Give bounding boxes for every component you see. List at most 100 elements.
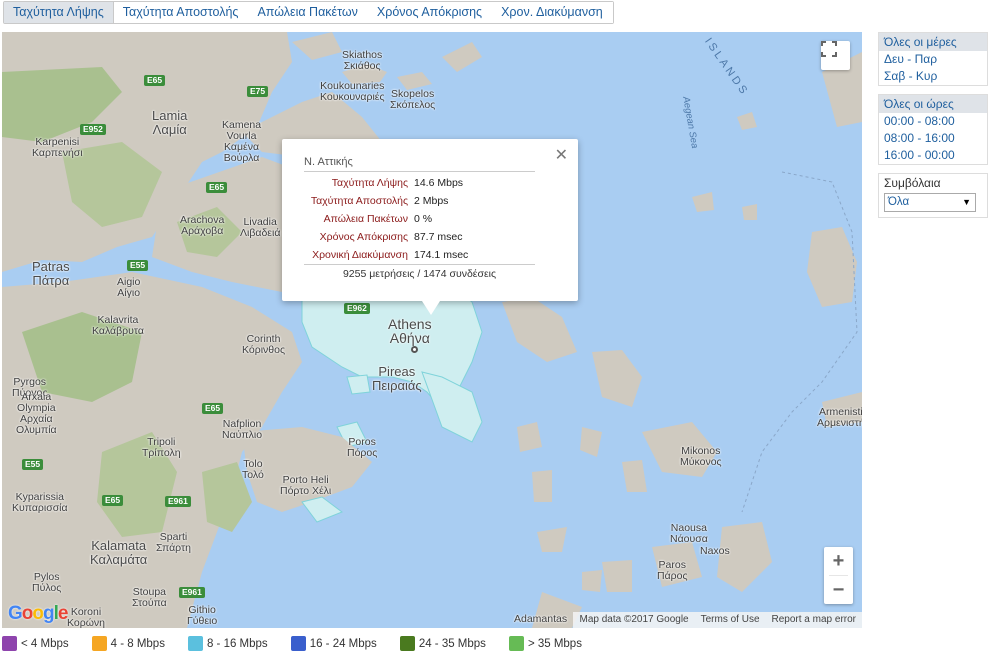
place-label: Kalavrita Καλάβρυτα — [92, 314, 144, 337]
place-label: Mikonos Μύκονος — [680, 445, 722, 468]
dropdown-arrow-icon: ▼ — [962, 197, 971, 207]
hours-filter-day[interactable]: 08:00 - 16:00 — [879, 130, 987, 147]
road-shield: E65 — [144, 75, 166, 86]
legend-item: 8 - 16 Mbps — [187, 636, 268, 651]
legend-item: 16 - 24 Mbps — [290, 636, 377, 651]
place-label: Armenisti Αρμενιστή — [817, 406, 862, 429]
popup-divider — [304, 171, 535, 172]
place-label: Kalamata Καλαμάτα — [90, 538, 148, 567]
map-data-credit: Map data ©2017 Google — [579, 614, 689, 625]
legend-swatch — [187, 636, 203, 651]
map-canvas[interactable]: Lamia Λαμία Skiathos Σκιάθος Koukounaries Κ… — [2, 32, 862, 628]
tab-packet-loss[interactable]: Απώλεια Πακέτων — [248, 2, 368, 23]
report-map-error-link[interactable]: Report a map error — [766, 612, 862, 628]
place-label: Aigio Αίγιο — [117, 276, 141, 299]
region-info-popup: ✕ Ν. Αττικής Ταχύτητα Λήψης 14.6 Mbps Ταχ… — [282, 139, 578, 315]
place-label-athens: Athens Αθήνα — [388, 316, 432, 346]
road-shield: E65 — [202, 403, 224, 414]
legend-item: 24 - 35 Mbps — [399, 636, 486, 651]
road-shield: E65 — [206, 182, 228, 193]
place-label: Koukounaries Κουκουναριές — [320, 80, 385, 103]
legend-label: 8 - 16 Mbps — [206, 637, 268, 650]
road-shield: E961 — [165, 496, 191, 507]
place-label: Kamena Vourla Καμένα Βούρλα — [222, 119, 262, 164]
road-shield: E961 — [179, 587, 205, 598]
tab-upload-speed[interactable]: Ταχύτητα Αποστολής — [114, 2, 249, 23]
logo-letter: o — [32, 603, 44, 624]
logo-letter: G — [8, 603, 23, 624]
fullscreen-icon — [821, 41, 837, 57]
place-label: Paros Πάρος — [657, 559, 688, 582]
zoom-control: + − — [824, 547, 853, 604]
road-shield: E952 — [80, 124, 106, 135]
place-label: Skiathos Σκιάθος — [342, 49, 383, 72]
hours-filter-all[interactable]: Όλες οι ώρες — [879, 95, 987, 113]
tab-download-speed[interactable]: Ταχύτητα Λήψης — [4, 2, 114, 23]
legend-item: < 4 Mbps — [2, 636, 69, 651]
speed-legend: < 4 Mbps 4 - 8 Mbps 8 - 16 Mbps 16 - 24 … — [2, 636, 605, 651]
place-label: Porto Heli Πόρτο Χέλι — [280, 474, 332, 497]
stat-value: 87.7 msec — [414, 231, 463, 243]
road-shield: E962 — [344, 303, 370, 314]
place-label: Patras Πάτρα — [32, 259, 70, 288]
road-shield: E55 — [127, 260, 149, 271]
legend-label: < 4 Mbps — [21, 637, 69, 650]
popup-region-name: Ν. Αττικής — [304, 156, 353, 168]
popup-stat-row: Χρονική Διακύμανση 174.1 msec — [304, 246, 535, 264]
days-filter-weekend[interactable]: Σαβ - Κυρ — [879, 68, 987, 85]
place-label: Stoupa Στούπα — [132, 586, 167, 609]
stat-value: 14.6 Mbps — [414, 177, 464, 189]
logo-letter: o — [21, 603, 34, 624]
stat-value: 2 Mbps — [414, 195, 449, 207]
stat-label: Ταχύτητα Λήψης — [331, 177, 408, 189]
legend-item: > 35 Mbps — [508, 636, 582, 651]
place-label: Tolo Τολό — [242, 458, 264, 481]
place-label: Nafplion Ναύπλιο — [222, 418, 263, 441]
tab-jitter[interactable]: Χρον. Διακύμανση — [492, 2, 613, 23]
logo-letter: e — [57, 603, 69, 624]
road-shield: E55 — [22, 459, 44, 470]
hours-filter-evening[interactable]: 16:00 - 00:00 — [879, 147, 987, 164]
legend-swatch — [290, 636, 306, 651]
place-label: Pylos Πύλος — [32, 571, 62, 594]
metric-tabs: Ταχύτητα Λήψης Ταχύτητα Αποστολής Απώλει… — [3, 1, 614, 24]
terms-of-use-link[interactable]: Terms of Use — [695, 612, 766, 628]
google-logo[interactable]: Google — [8, 603, 69, 625]
popup-stat-row: Απώλεια Πακέτων 0 % — [304, 210, 535, 228]
place-label: Naxos — [700, 545, 730, 557]
close-icon[interactable]: ✕ — [555, 145, 568, 165]
stat-value: 174.1 msec — [414, 249, 469, 261]
zoom-in-button[interactable]: + — [824, 547, 853, 575]
place-label: Pireas Πειραιάς — [372, 364, 422, 393]
place-label: Koroni Κορώνη — [67, 606, 105, 629]
city-marker-icon — [411, 346, 418, 353]
road-shield: E65 — [102, 495, 124, 506]
legend-label: 16 - 24 Mbps — [309, 637, 377, 650]
tab-response-time[interactable]: Χρόνος Απόκρισης — [368, 2, 493, 23]
place-label: Poros Πόρος — [347, 436, 378, 459]
contracts-filter: Συμβόλαια Όλα ▼ — [878, 173, 988, 218]
legend-label: 24 - 35 Mbps — [418, 637, 486, 650]
place-label: Corinth Κόρινθος — [242, 333, 286, 356]
popup-stats-table: Ταχύτητα Λήψης 14.6 Mbps Ταχύτητα Αποστολ… — [304, 174, 535, 264]
place-label: Skopelos Σκόπελος — [390, 88, 436, 111]
legend-label: 4 - 8 Mbps — [110, 637, 165, 650]
popup-divider — [304, 264, 535, 265]
place-label: Sparti Σπάρτη — [156, 531, 191, 554]
hours-filter-night[interactable]: 00:00 - 08:00 — [879, 113, 987, 130]
hours-filter: Όλες οι ώρες 00:00 - 08:00 08:00 - 16:00… — [878, 94, 988, 165]
fullscreen-button[interactable] — [821, 41, 850, 70]
place-label: Karpenisi Καρπενήσι — [32, 136, 83, 159]
place-label: Kyparissia Κυπαρισσία — [12, 491, 68, 514]
zoom-out-button[interactable]: − — [824, 576, 853, 604]
days-filter-all[interactable]: Όλες οι μέρες — [879, 33, 987, 51]
map-attribution: Map data ©2017 Google Terms of Use Repor… — [573, 612, 862, 628]
stat-label: Απώλεια Πακέτων — [323, 213, 408, 225]
place-label: Arachova Αράχοβα — [180, 214, 225, 237]
place-label: Tripoli Τρίπολη — [142, 436, 181, 459]
contracts-select[interactable]: Όλα ▼ — [884, 193, 976, 212]
days-filter-weekdays[interactable]: Δευ - Παρ — [879, 51, 987, 68]
legend-swatch — [399, 636, 415, 651]
contracts-filter-title: Συμβόλαια — [884, 176, 941, 190]
stat-label: Χρόνος Απόκρισης — [319, 231, 408, 243]
